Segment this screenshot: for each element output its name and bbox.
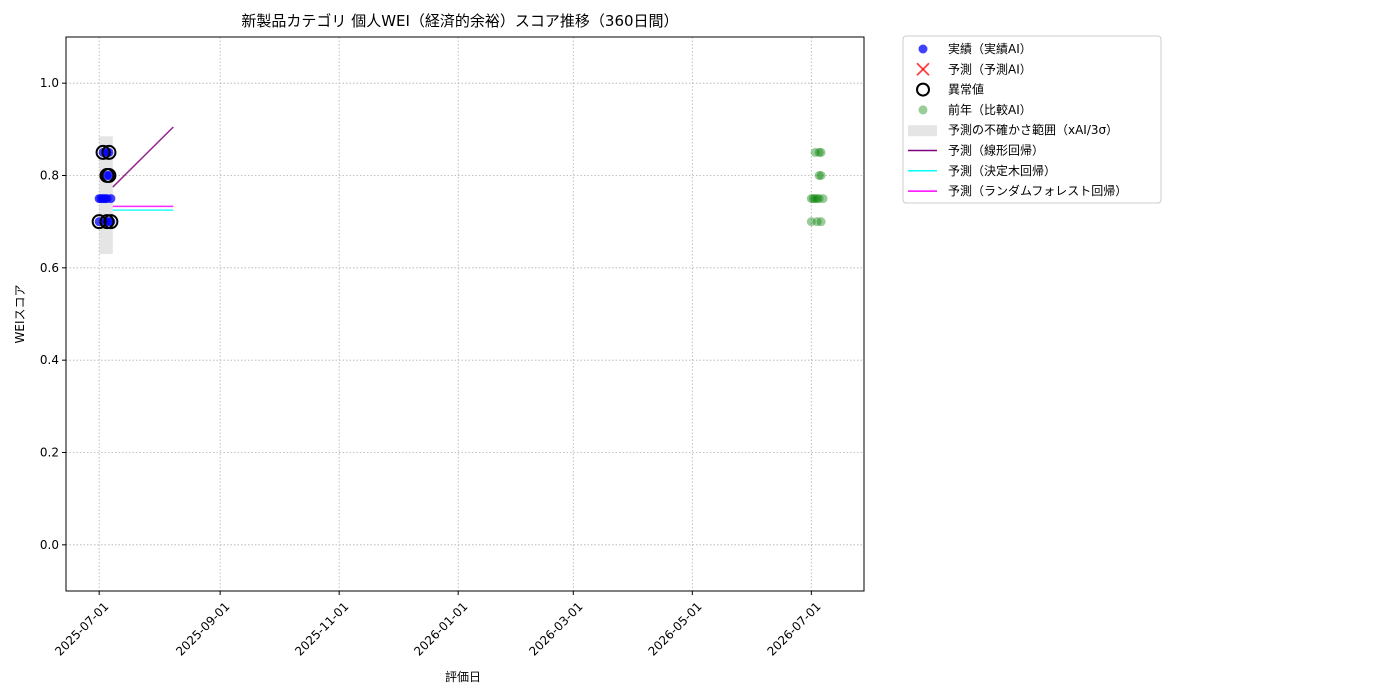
legend-marker-previous_year bbox=[918, 105, 928, 115]
plot-background bbox=[66, 37, 864, 591]
x-tick-label: 2025-09-01 bbox=[173, 599, 232, 658]
previous-year-point bbox=[816, 171, 826, 180]
chart-title: 新製品カテゴリ 個人WEI（経済的余裕）スコア推移（360日間） bbox=[241, 12, 678, 30]
x-axis-label: 評価日 bbox=[445, 669, 481, 684]
previous-year-point bbox=[816, 147, 826, 157]
x-axis: 2025-07-01 2025-09-01 2025-11-01 2026-01-01… bbox=[52, 591, 824, 659]
x-tick-label: 2026-01-01 bbox=[411, 599, 470, 658]
x-tick-label: 2026-03-01 bbox=[526, 599, 585, 658]
legend-label-random_forest: 予測（ランダムフォレスト回帰） bbox=[948, 183, 1127, 198]
legend-marker-uncertainty bbox=[908, 125, 937, 137]
y-axis: 0.0 0.2 0.4 0.6 0.8 1.0 bbox=[40, 76, 66, 552]
legend-label-actual: 実績（実績AI） bbox=[948, 41, 1032, 56]
y-tick-label: 0.8 bbox=[40, 169, 59, 183]
x-tick-label: 2026-05-01 bbox=[645, 599, 704, 658]
y-tick-label: 0.4 bbox=[40, 353, 59, 367]
legend: 実績（実績AI） 予測（予測AI） 異常値前年（比較AI） 予測の不確かさ範囲（xAI… bbox=[902, 35, 1162, 204]
y-tick-label: 0.2 bbox=[40, 446, 59, 460]
x-tick-label: 2025-11-01 bbox=[292, 599, 351, 658]
y-tick-label: 0.6 bbox=[40, 261, 59, 275]
legend-label-linear: 予測（線形回帰） bbox=[948, 143, 1044, 158]
x-tick-label: 2025-07-01 bbox=[52, 599, 111, 658]
previous-year-point bbox=[818, 194, 828, 204]
actual-point bbox=[106, 194, 116, 204]
y-tick-label: 0.0 bbox=[40, 538, 59, 552]
legend-label-anomaly: 異常値 bbox=[948, 82, 984, 97]
plot-area bbox=[65, 36, 865, 592]
legend-marker-actual bbox=[918, 44, 928, 54]
legend-frame bbox=[902, 35, 1162, 204]
legend-label-previous_year: 前年（比較AI） bbox=[948, 102, 1032, 117]
y-tick-label: 1.0 bbox=[40, 76, 59, 90]
x-tick-label: 2026-07-01 bbox=[764, 599, 823, 658]
legend-label-decision_tree: 予測（決定木回帰） bbox=[948, 163, 1056, 178]
wei-score-chart: 新製品カテゴリ 個人WEI（経済的余裕）スコア推移（360日間） 2025-07… bbox=[13, 12, 1162, 684]
legend-label-forecast: 予測（予測AI） bbox=[948, 62, 1032, 76]
y-axis-label: WEIスコア bbox=[13, 285, 27, 344]
previous-year-point bbox=[816, 217, 826, 227]
legend-label-uncertainty: 予測の不確かさ範囲（xAI/3σ） bbox=[948, 122, 1118, 137]
